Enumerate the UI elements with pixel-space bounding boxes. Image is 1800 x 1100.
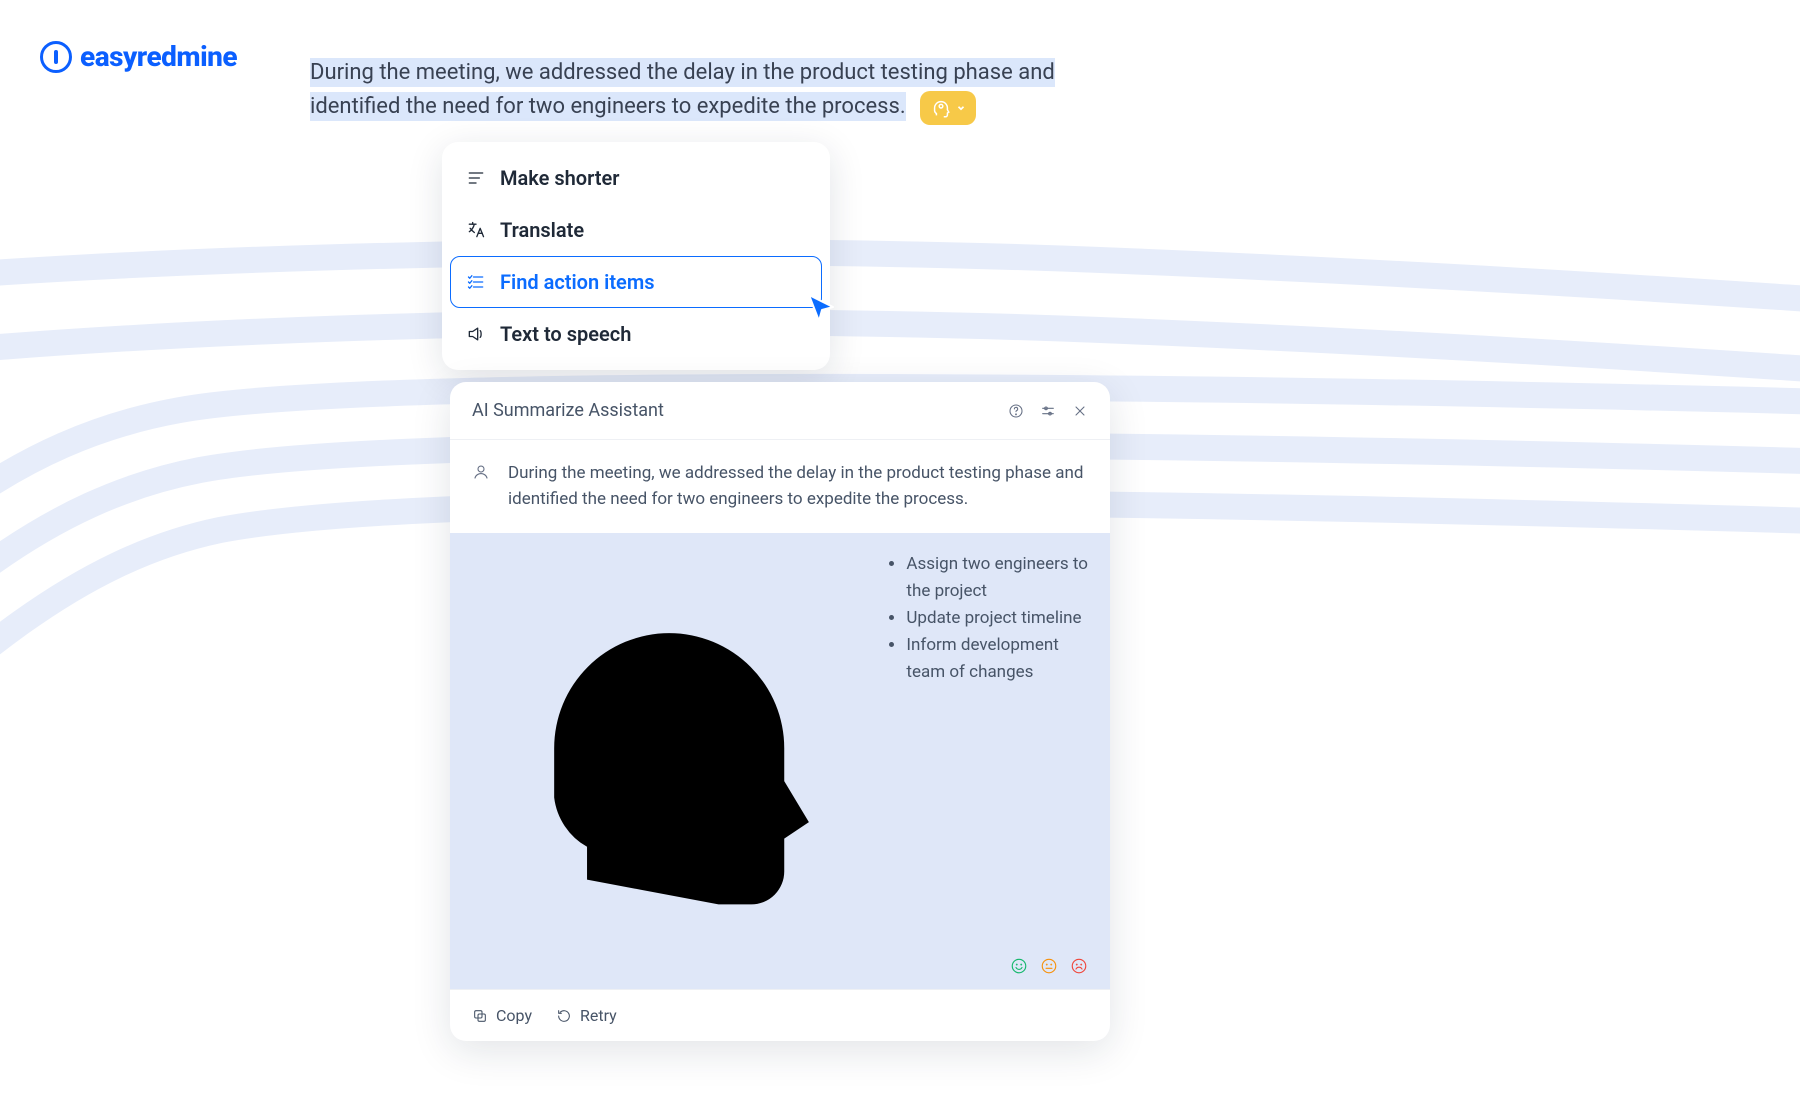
- retry-button[interactable]: Retry: [556, 1006, 617, 1025]
- feedback-neutral-icon[interactable]: [1040, 957, 1058, 975]
- menu-item-label: Find action items: [500, 270, 654, 294]
- assistant-input-text: During the meeting, we addressed the del…: [508, 460, 1088, 513]
- chevron-down-icon: [956, 103, 966, 113]
- assistant-input-row: During the meeting, we addressed the del…: [450, 440, 1110, 533]
- cursor-icon: [803, 291, 839, 327]
- list-item: Inform development team of changes: [906, 632, 1088, 686]
- menu-item-label: Make shorter: [500, 166, 619, 190]
- menu-item-find-action-items[interactable]: Find action items: [450, 256, 822, 308]
- menu-item-label: Translate: [500, 218, 584, 242]
- list-item: Update project timeline: [906, 605, 1088, 632]
- translate-icon: [466, 220, 486, 240]
- editor-highlighted-block: During the meeting, we addressed the del…: [310, 56, 1140, 125]
- menu-item-text-to-speech[interactable]: Text to speech: [450, 308, 822, 360]
- feedback-group: [1010, 957, 1088, 975]
- ai-trigger-button[interactable]: [920, 91, 976, 125]
- ai-head-icon: [472, 551, 866, 945]
- close-icon[interactable]: [1072, 403, 1088, 419]
- retry-button-label: Retry: [580, 1006, 617, 1025]
- copy-icon: [472, 1008, 488, 1024]
- brand-logo-mark: [40, 41, 72, 73]
- settings-sliders-icon[interactable]: [1040, 403, 1056, 419]
- assistant-header: AI Summarize Assistant: [450, 382, 1110, 440]
- shorten-icon: [466, 168, 486, 188]
- ai-head-icon: [930, 97, 952, 119]
- help-icon[interactable]: [1008, 403, 1024, 419]
- ai-assistant-panel: AI Summarize Assistant During the meetin…: [450, 382, 1110, 1041]
- brand-logo: easyredmine: [40, 40, 237, 73]
- assistant-title: AI Summarize Assistant: [472, 400, 664, 421]
- copy-button[interactable]: Copy: [472, 1006, 532, 1025]
- speaker-icon: [466, 324, 486, 344]
- assistant-output-block: Assign two engineers to the project Upda…: [450, 533, 1110, 989]
- menu-item-label: Text to speech: [500, 322, 631, 346]
- action-items-icon: [466, 272, 486, 292]
- menu-item-translate[interactable]: Translate: [450, 204, 822, 256]
- menu-item-make-shorter[interactable]: Make shorter: [450, 152, 822, 204]
- feedback-negative-icon[interactable]: [1070, 957, 1088, 975]
- retry-icon: [556, 1008, 572, 1024]
- feedback-positive-icon[interactable]: [1010, 957, 1028, 975]
- list-item: Assign two engineers to the project: [906, 551, 1088, 605]
- copy-button-label: Copy: [496, 1006, 532, 1025]
- assistant-output-list: Assign two engineers to the project Upda…: [884, 551, 1088, 945]
- brand-logo-text: easyredmine: [80, 40, 237, 73]
- assistant-footer: Copy Retry: [450, 989, 1110, 1041]
- ai-context-menu: Make shorter Translate Find action items…: [442, 142, 830, 370]
- user-icon: [472, 463, 490, 481]
